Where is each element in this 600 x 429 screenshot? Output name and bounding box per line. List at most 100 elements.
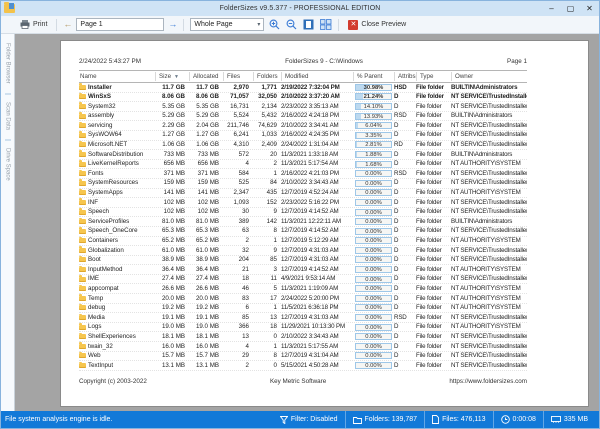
- cell-files: 46: [242, 284, 249, 292]
- close-button[interactable]: ✕: [580, 1, 599, 16]
- percent-bar: 0.00%: [355, 189, 392, 197]
- column-header-type: Type: [416, 72, 451, 81]
- cell-percent-parent: 0.00%: [353, 323, 394, 331]
- cell-size: 20.0 MB: [161, 294, 185, 302]
- cell-attribs: D: [394, 217, 399, 225]
- cell-files: 13: [242, 332, 249, 340]
- percent-bar: 1.88%: [355, 150, 392, 158]
- zoom-out-button[interactable]: [285, 18, 298, 31]
- cell-owner: NT AUTHORITY\SYSTEM: [451, 237, 521, 244]
- cell-type: File folder: [416, 83, 444, 91]
- percent-bar: 0.00%: [355, 304, 392, 312]
- cell-name: appcompat: [79, 284, 155, 294]
- tab-drive-space[interactable]: Drive Space: [4, 138, 11, 188]
- cell-name: Installer: [79, 83, 155, 93]
- tab-folder-browser[interactable]: Folder Browser: [5, 36, 11, 91]
- print-button[interactable]: Print: [17, 19, 50, 30]
- cell-allocated: 102 MB: [197, 198, 219, 206]
- folder-icon: [79, 361, 86, 369]
- cell-type: File folder: [416, 304, 442, 312]
- folder-name: IME: [88, 275, 100, 283]
- percent-value: 0.00%: [365, 295, 382, 302]
- footer-url: https://www.foldersizes.com: [449, 377, 527, 385]
- tab-scan-data[interactable]: Scan Data: [4, 92, 11, 137]
- cell-percent-parent: 3.35%: [353, 131, 394, 139]
- sort-descending-icon: ▼: [174, 74, 179, 80]
- cell-percent-parent: 0.00%: [353, 266, 394, 274]
- page-number-input[interactable]: [76, 18, 165, 31]
- cell-files: 366: [238, 323, 249, 331]
- cell-size: 19.2 MB: [161, 304, 185, 312]
- cell-attribs: D: [394, 102, 399, 110]
- cell-name: Microsoft.NET: [79, 140, 155, 150]
- folder-icon: [79, 198, 86, 205]
- table-header-row: Name Size ▼ Allocated Files Folders Modif…: [79, 70, 527, 83]
- cell-owner: NT SERVICE\TrustedInstaller: [451, 246, 527, 254]
- percent-bar: 0.00%: [355, 362, 392, 370]
- folder-name: Containers: [88, 237, 118, 244]
- cell-size: 81.0 MB: [161, 217, 185, 225]
- percent-value: 0.00%: [365, 305, 382, 312]
- percent-value: 0.00%: [365, 267, 382, 274]
- cell-size: 1.06 GB: [162, 141, 185, 149]
- cell-folders: 2: [273, 160, 277, 168]
- maximize-button[interactable]: ▢: [561, 1, 580, 16]
- column-header-name: Name: [80, 73, 97, 80]
- cell-attribs: RD: [394, 141, 403, 149]
- percent-bar: 0.00%: [355, 170, 392, 178]
- cell-name: Fonts: [79, 169, 155, 179]
- folder-icon: [79, 102, 86, 109]
- cell-folders: 1: [273, 342, 277, 350]
- cell-type: File folder: [416, 131, 442, 139]
- percent-value: 21.24%: [363, 94, 384, 101]
- percent-value: 0.00%: [365, 209, 382, 216]
- single-page-view-button[interactable]: [302, 18, 315, 31]
- cell-files: 525: [238, 179, 249, 187]
- cell-allocated: 26.6 MB: [195, 284, 219, 292]
- cell-folders: 84: [270, 179, 277, 187]
- cell-files: 1,093: [233, 198, 249, 206]
- zoom-level-select[interactable]: Whole Page ▾: [190, 18, 265, 31]
- table-row: TextInput 13.1 MB 13.1 MB 2 0 5/15/2021 4:50:…: [79, 361, 527, 371]
- cell-name: Boot: [79, 255, 155, 265]
- cell-attribs: D: [394, 208, 399, 216]
- cell-owner: NT AUTHORITY\SYSTEM: [451, 294, 521, 302]
- cell-modified: 12/7/2019 4:31:03 AM: [281, 246, 339, 254]
- cell-attribs: D: [394, 121, 399, 129]
- cell-folders: 18: [270, 323, 277, 331]
- percent-value: 14.10%: [363, 103, 384, 110]
- percent-bar: 0.00%: [355, 208, 392, 216]
- cell-size: 5.29 GB: [162, 112, 185, 120]
- percent-bar: 0.00%: [355, 256, 392, 264]
- minimize-button[interactable]: –: [542, 1, 561, 16]
- cell-attribs: D: [394, 361, 399, 369]
- cell-allocated: 19.1 MB: [195, 313, 219, 321]
- zoom-in-button[interactable]: [268, 18, 281, 31]
- cell-size: 36.4 MB: [161, 265, 185, 273]
- cell-type: File folder: [416, 323, 442, 331]
- folder-name: TextInput: [88, 361, 114, 369]
- percent-bar: 0.00%: [355, 246, 392, 254]
- previous-page-button[interactable]: ←: [63, 20, 72, 29]
- multiple-pages-view-button[interactable]: [319, 18, 332, 31]
- cell-files: 4,310: [233, 141, 249, 149]
- folder-name: Globalization: [88, 246, 124, 254]
- cell-owner: NT AUTHORITY\SYSTEM: [451, 160, 521, 168]
- cell-percent-parent: 0.00%: [353, 333, 394, 341]
- cell-owner: NT SERVICE\TrustedInstaller: [451, 256, 527, 264]
- cell-owner: NT AUTHORITY\SYSTEM: [451, 265, 521, 273]
- cell-owner: NT SERVICE\TrustedInstaller: [451, 208, 527, 216]
- cell-name: ShellExperiences: [79, 332, 155, 342]
- cell-modified: 2/16/2022 4:24:18 PM: [281, 112, 339, 120]
- cell-files: 32: [242, 246, 249, 254]
- folder-icon: [79, 131, 86, 138]
- cell-attribs: RSD: [394, 313, 407, 321]
- cell-folders: 5,432: [261, 112, 277, 120]
- cell-type: File folder: [416, 102, 442, 110]
- cell-owner: NT SERVICE\TrustedInstaller: [451, 361, 527, 369]
- report-footer: Copyright (c) 2003-2022 Key Metric Softw…: [79, 378, 527, 388]
- close-preview-button[interactable]: ✕ Close Preview: [345, 19, 409, 31]
- next-page-button[interactable]: →: [168, 20, 177, 29]
- cell-modified: 12/7/2019 4:14:52 AM: [281, 227, 339, 235]
- folder-icon: [79, 323, 86, 330]
